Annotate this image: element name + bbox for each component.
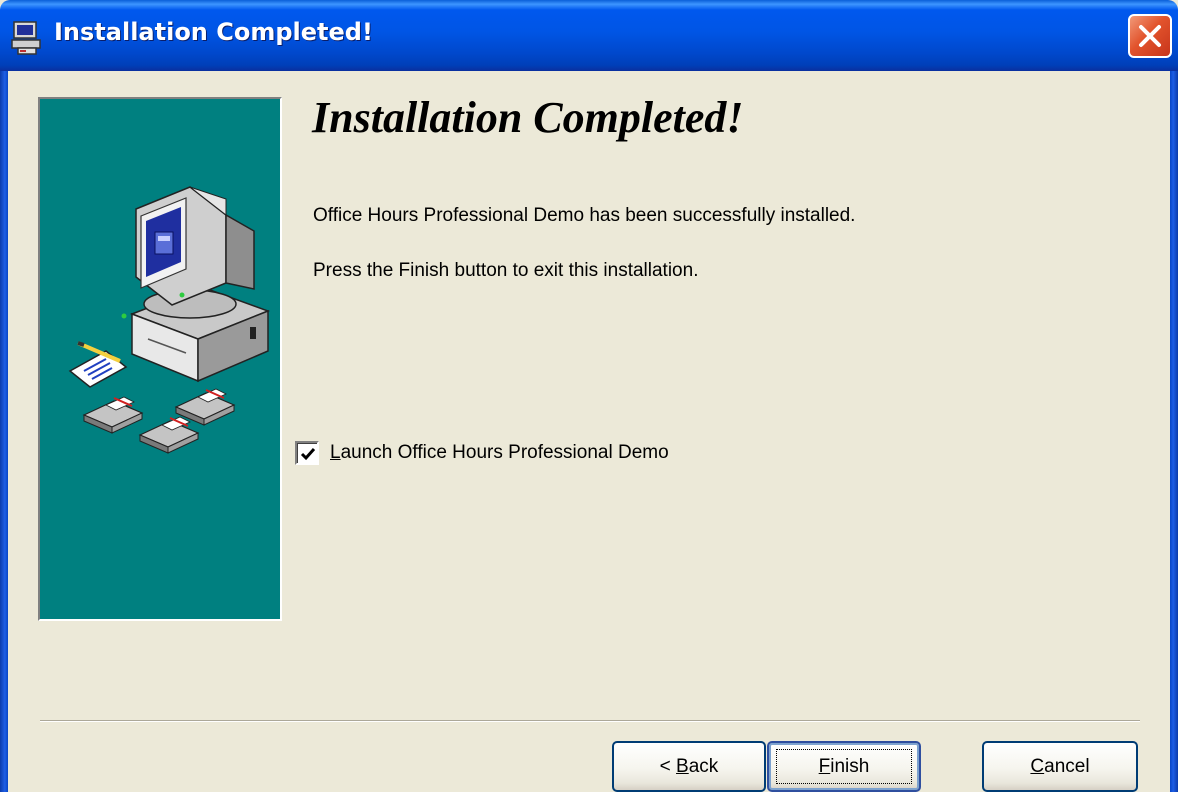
finish-mnemonic: F bbox=[818, 756, 831, 777]
button-separator bbox=[40, 720, 1140, 722]
window-title: Installation Completed! bbox=[54, 18, 373, 46]
page-heading: Installation Completed! bbox=[312, 93, 744, 142]
finish-label: inish bbox=[830, 756, 870, 777]
cancel-button[interactable]: Cancel bbox=[982, 741, 1138, 792]
launch-checkbox[interactable] bbox=[295, 441, 319, 465]
launch-label-mnemonic: L bbox=[330, 442, 341, 463]
close-button[interactable] bbox=[1128, 14, 1172, 58]
window-border-right bbox=[1170, 71, 1178, 792]
finish-button[interactable]: Finish bbox=[767, 741, 921, 792]
installer-window: Installation Completed! Installation Com… bbox=[0, 0, 1178, 792]
launch-label-text: aunch Office Hours Professional Demo bbox=[340, 442, 669, 463]
back-button[interactable]: < Back bbox=[612, 741, 766, 792]
cancel-mnemonic: C bbox=[1030, 756, 1045, 777]
window-border-left bbox=[0, 71, 8, 792]
back-label: ack bbox=[688, 756, 719, 777]
finish-instruction: Press the Finish button to exit this ins… bbox=[313, 260, 699, 281]
cancel-label: ancel bbox=[1044, 756, 1090, 777]
installed-message: Office Hours Professional Demo has been … bbox=[313, 205, 856, 226]
launch-checkbox-label[interactable]: Launch Office Hours Professional Demo bbox=[330, 442, 669, 464]
installer-icon bbox=[10, 20, 46, 56]
setup-illustration-panel bbox=[38, 97, 282, 621]
back-prefix: < bbox=[659, 756, 677, 777]
title-bar[interactable]: Installation Completed! bbox=[0, 0, 1178, 71]
back-mnemonic: B bbox=[676, 756, 689, 777]
computer-with-disks-illustration bbox=[68, 186, 271, 454]
